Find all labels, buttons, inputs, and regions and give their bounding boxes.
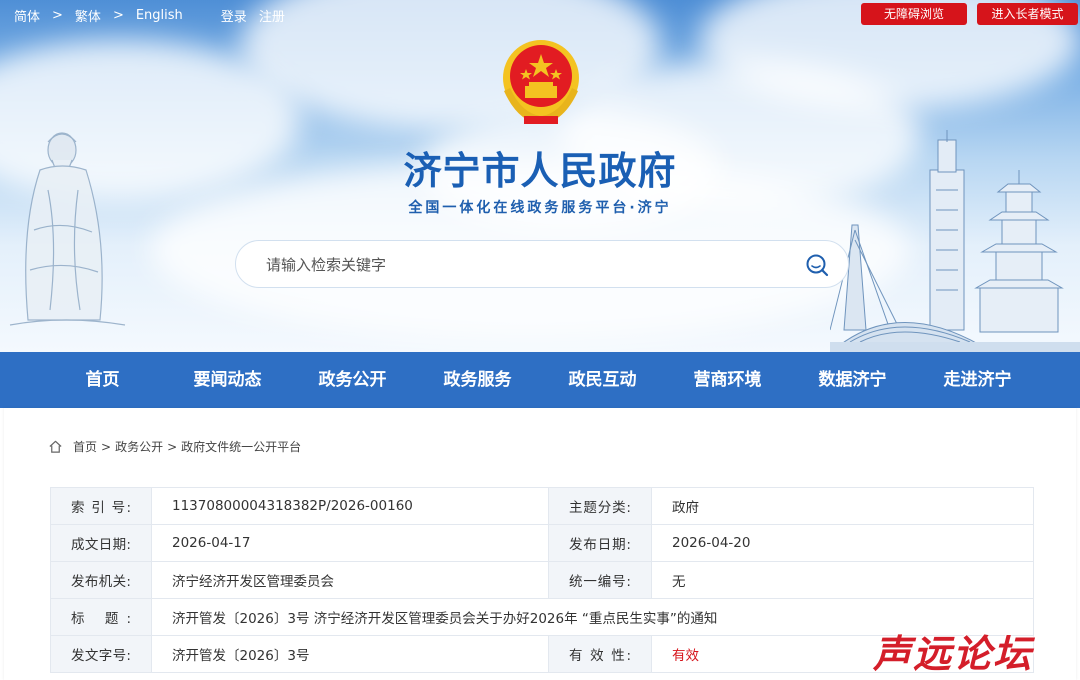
breadcrumb: 首页 > 政务公开 > 政府文件统一公开平台 <box>48 438 301 455</box>
validity-label: 有 效 性: <box>548 635 652 673</box>
login-link[interactable]: 登录 <box>221 6 247 25</box>
search-box <box>235 240 849 288</box>
breadcrumb-document-platform[interactable]: 政府文件统一公开平台 <box>181 438 301 455</box>
issuer-value: 济宁经济开发区管理委员会 <box>151 561 549 599</box>
register-link[interactable]: 注册 <box>259 6 285 25</box>
breadcrumb-separator: > <box>101 439 112 454</box>
site-title: 济宁市人民政府 <box>403 148 677 193</box>
national-emblem-icon <box>503 40 579 124</box>
site-subtitle: 全国一体化在线政务服务平台·济宁 <box>408 200 672 216</box>
doc-number-label: 发文字号: <box>50 635 152 673</box>
publish-date-label: 发布日期: <box>548 524 652 562</box>
nav-item-news[interactable]: 要闻动态 <box>165 352 290 408</box>
serial-label: 统一编号: <box>548 561 652 599</box>
separator: > <box>52 8 63 23</box>
written-date-value: 2026-04-17 <box>151 524 549 562</box>
nav-item-business[interactable]: 营商环境 <box>665 352 790 408</box>
breadcrumb-separator: > <box>167 439 178 454</box>
table-row: 索 引 号: 11370800004318382P/2026-00160 主题分… <box>50 487 1034 525</box>
nav-item-gov-affairs[interactable]: 政务公开 <box>290 352 415 408</box>
publish-date-value: 2026-04-20 <box>651 524 1034 562</box>
nav-item-interaction[interactable]: 政民互动 <box>540 352 665 408</box>
title-label: 标 题: <box>50 598 152 636</box>
elderly-mode-button[interactable]: 进入长者模式 <box>977 3 1078 25</box>
lang-english-link[interactable]: English <box>136 8 183 23</box>
main-nav: 首页 要闻动态 政务公开 政务服务 政民互动 营商环境 数据济宁 走进济宁 <box>0 352 1080 408</box>
nav-item-gov-services[interactable]: 政务服务 <box>415 352 540 408</box>
doc-number-value: 济开管发〔2026〕3号 <box>151 635 549 673</box>
forum-watermark: 声远论坛 <box>873 631 1034 676</box>
separator: > <box>112 8 124 23</box>
breadcrumb-gov-affairs[interactable]: 政务公开 <box>115 438 163 455</box>
topic-label: 主题分类: <box>548 487 652 525</box>
index-label: 索 引 号: <box>50 487 152 525</box>
index-value: 11370800004318382P/2026-00160 <box>151 487 549 525</box>
header-banner: 济宁市人民政府 全国一体化在线政务服务平台·济宁 <box>0 0 1080 352</box>
written-date-label: 成文日期: <box>50 524 152 562</box>
nav-item-data[interactable]: 数据济宁 <box>790 352 915 408</box>
table-row: 发布机关: 济宁经济开发区管理委员会 统一编号: 无 <box>50 561 1034 599</box>
issuer-label: 发布机关: <box>50 561 152 599</box>
search-input[interactable] <box>266 253 766 277</box>
breadcrumb-home[interactable]: 首页 <box>73 438 97 455</box>
topic-value: 政府 <box>651 487 1034 525</box>
top-utility-bar: 简体 > 繁体 > English 登录 注册 无障碍浏览 进入长者模式 <box>0 0 1080 30</box>
nav-item-about[interactable]: 走进济宁 <box>915 352 1040 408</box>
lang-simplified-link[interactable]: 简体 <box>14 6 40 25</box>
home-icon <box>49 440 62 453</box>
serial-value: 无 <box>651 561 1034 599</box>
search-icon[interactable] <box>804 252 830 278</box>
table-row: 成文日期: 2026-04-17 发布日期: 2026-04-20 <box>50 524 1034 562</box>
lang-traditional-link[interactable]: 繁体 <box>75 6 101 25</box>
accessibility-button[interactable]: 无障碍浏览 <box>861 3 967 25</box>
nav-item-home[interactable]: 首页 <box>40 352 165 408</box>
